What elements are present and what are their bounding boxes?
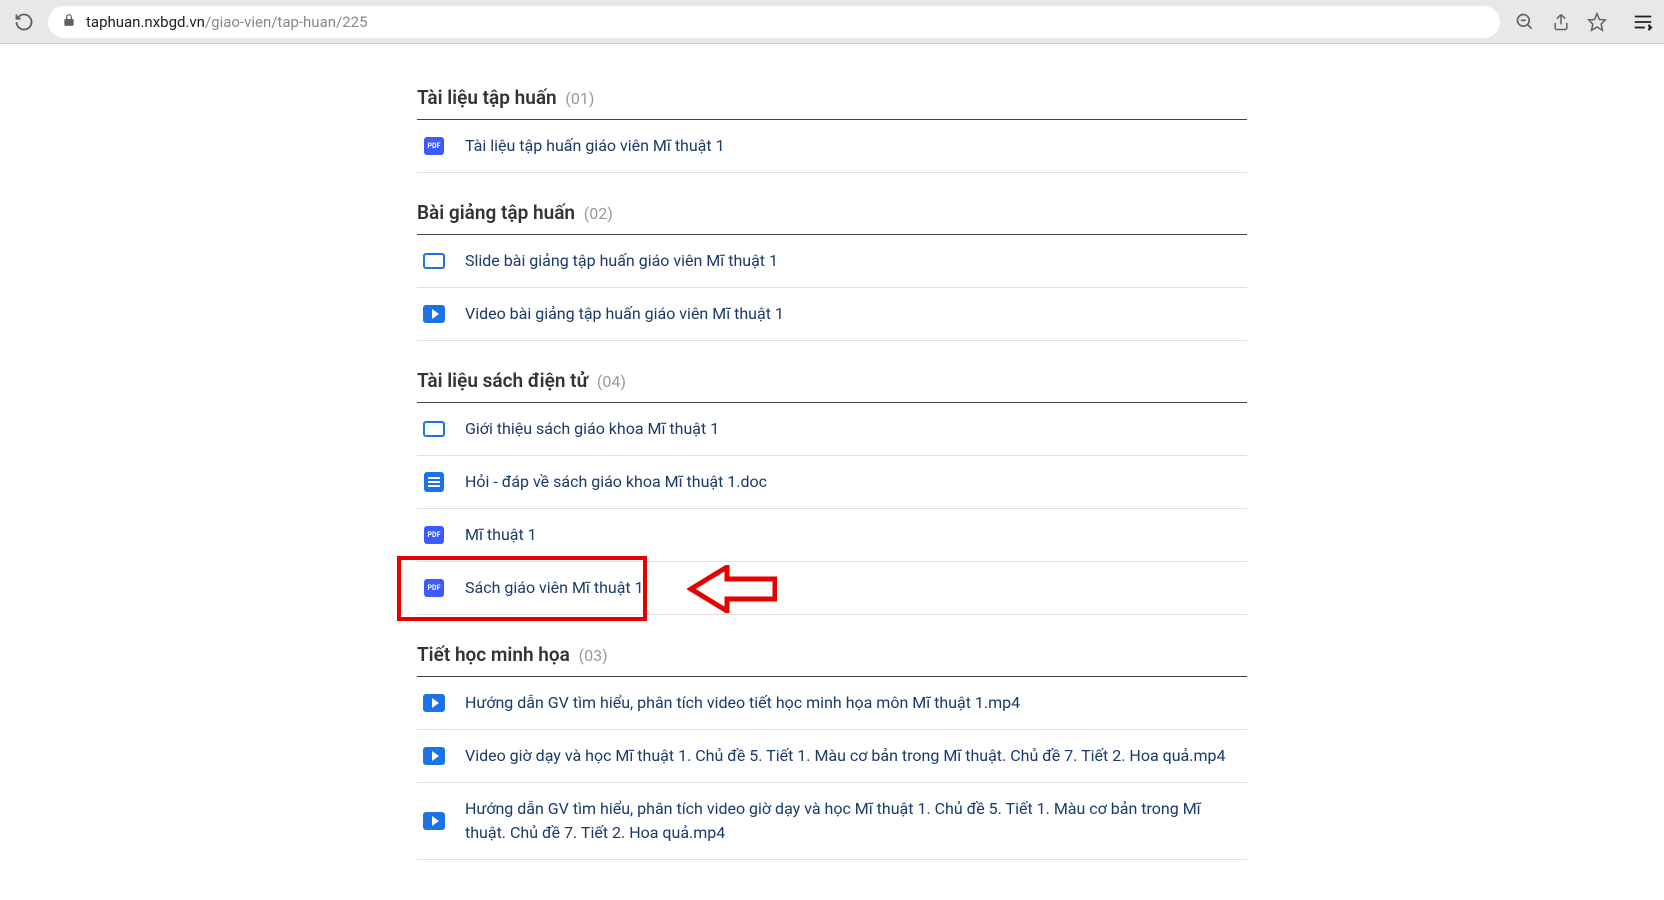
url-domain: taphuan.nxbgd.vn bbox=[86, 13, 205, 31]
item-label: Mĩ thuật 1 bbox=[465, 523, 537, 547]
item-icon-wrap bbox=[423, 304, 445, 324]
section-header: Tài liệu tập huấn (01) bbox=[417, 74, 1247, 120]
resource-item[interactable]: Giới thiệu sách giáo khoa Mĩ thuật 1 bbox=[417, 403, 1247, 456]
pdf-icon: PDF bbox=[424, 526, 444, 544]
main-content: Tài liệu tập huấn (01) PDF Tài liệu tập hu… bbox=[417, 44, 1247, 900]
zoom-out-icon[interactable] bbox=[1514, 11, 1536, 33]
item-label: Giới thiệu sách giáo khoa Mĩ thuật 1 bbox=[465, 417, 719, 441]
item-icon-wrap bbox=[423, 472, 445, 492]
browser-address-bar: taphuan.nxbgd.vn/giao-vien/tap-huan/225 bbox=[0, 0, 1664, 44]
item-label: Sách giáo viên Mĩ thuật 1 bbox=[465, 576, 644, 600]
resource-item[interactable]: Video giờ dạy và học Mĩ thuật 1. Chủ đề … bbox=[417, 730, 1247, 783]
video-icon bbox=[423, 747, 445, 765]
item-icon-wrap: PDF bbox=[423, 578, 445, 598]
resource-item[interactable]: Hỏi - đáp về sách giáo khoa Mĩ thuật 1.d… bbox=[417, 456, 1247, 509]
share-icon[interactable] bbox=[1550, 11, 1572, 33]
section-title: Tài liệu sách điện tử bbox=[417, 369, 593, 392]
section-count: (03) bbox=[579, 646, 608, 665]
url-field[interactable]: taphuan.nxbgd.vn/giao-vien/tap-huan/225 bbox=[48, 6, 1500, 38]
video-icon bbox=[423, 694, 445, 712]
reading-list-icon[interactable] bbox=[1632, 11, 1654, 33]
item-label: Slide bài giảng tập huấn giáo viên Mĩ th… bbox=[465, 249, 778, 273]
section-count: (02) bbox=[584, 204, 613, 223]
reload-button[interactable] bbox=[10, 8, 38, 36]
resource-item[interactable]: Hướng dẫn GV tìm hiểu, phân tích video t… bbox=[417, 677, 1247, 730]
section-title: Bài giảng tập huấn bbox=[417, 201, 580, 224]
item-icon-wrap bbox=[423, 251, 445, 271]
resource-item[interactable]: PDF Mĩ thuật 1 bbox=[417, 509, 1247, 562]
section-header: Tài liệu sách điện tử (04) bbox=[417, 357, 1247, 403]
item-label: Hỏi - đáp về sách giáo khoa Mĩ thuật 1.d… bbox=[465, 470, 767, 494]
video-icon bbox=[423, 812, 445, 830]
video-icon bbox=[423, 305, 445, 323]
doc-icon bbox=[424, 472, 444, 492]
item-icon-wrap: PDF bbox=[423, 525, 445, 545]
item-icon-wrap bbox=[423, 693, 445, 713]
resource-item[interactable]: Video bài giảng tập huấn giáo viên Mĩ th… bbox=[417, 288, 1247, 341]
resource-item[interactable]: PDF Sách giáo viên Mĩ thuật 1 bbox=[417, 562, 1247, 615]
item-icon-wrap: PDF bbox=[423, 136, 445, 156]
star-icon[interactable] bbox=[1586, 11, 1608, 33]
item-icon-wrap bbox=[423, 419, 445, 439]
item-label: Video bài giảng tập huấn giáo viên Mĩ th… bbox=[465, 302, 784, 326]
resource-item[interactable]: PDF Tài liệu tập huấn giáo viên Mĩ thuật … bbox=[417, 120, 1247, 173]
slide-icon bbox=[423, 253, 445, 269]
item-icon-wrap bbox=[423, 811, 445, 831]
section-header: Tiết học minh họa (03) bbox=[417, 631, 1247, 677]
pdf-icon: PDF bbox=[424, 579, 444, 597]
section-count: (01) bbox=[565, 89, 594, 108]
resource-item[interactable]: Slide bài giảng tập huấn giáo viên Mĩ th… bbox=[417, 235, 1247, 288]
item-icon-wrap bbox=[423, 746, 445, 766]
item-label: Video giờ dạy và học Mĩ thuật 1. Chủ đề … bbox=[465, 744, 1225, 768]
url-path: /giao-vien/tap-huan/225 bbox=[205, 13, 368, 31]
browser-action-icons bbox=[1514, 11, 1654, 33]
item-label: Hướng dẫn GV tìm hiểu, phân tích video t… bbox=[465, 691, 1020, 715]
section-title: Tiết học minh họa bbox=[417, 643, 575, 666]
resource-item[interactable]: Hướng dẫn GV tìm hiểu, phân tích video g… bbox=[417, 783, 1247, 860]
section-header: Bài giảng tập huấn (02) bbox=[417, 189, 1247, 235]
section-title: Tài liệu tập huấn bbox=[417, 86, 561, 109]
section-count: (04) bbox=[597, 372, 626, 391]
pdf-icon: PDF bbox=[424, 137, 444, 155]
slide-icon bbox=[423, 421, 445, 437]
lock-icon bbox=[62, 12, 76, 32]
item-label: Hướng dẫn GV tìm hiểu, phân tích video g… bbox=[465, 797, 1241, 845]
item-label: Tài liệu tập huấn giáo viên Mĩ thuật 1 bbox=[465, 134, 725, 158]
